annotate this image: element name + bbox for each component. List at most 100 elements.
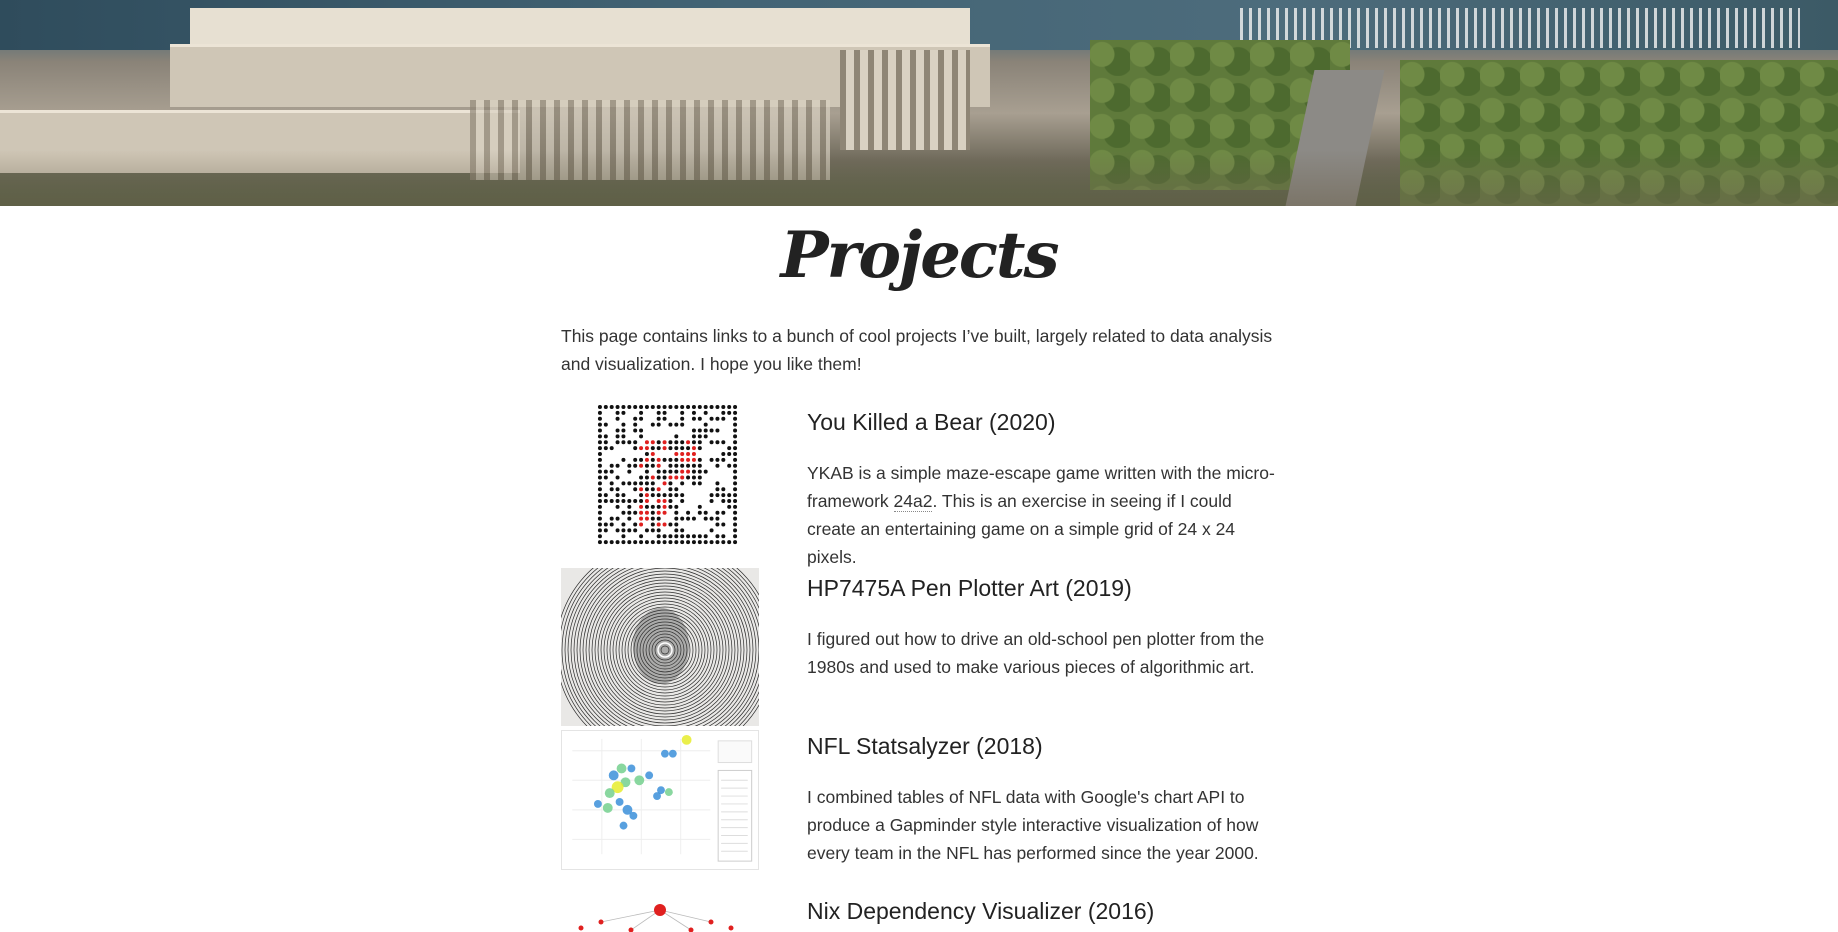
maze-dot — [715, 428, 720, 433]
maze-dot — [656, 522, 661, 527]
maze-dot — [633, 404, 638, 409]
maze-dot — [639, 475, 644, 480]
maze-dot — [715, 487, 720, 492]
maze-dot — [633, 510, 638, 515]
project-title-plotter[interactable]: HP7475A Pen Plotter Art (2019) — [807, 575, 1132, 602]
maze-dot — [727, 446, 732, 451]
maze-dot — [603, 540, 608, 545]
maze-dot — [721, 487, 726, 492]
maze-dot — [603, 522, 608, 527]
maze-dot — [668, 463, 673, 468]
maze-dot — [644, 493, 649, 498]
maze-dot — [633, 428, 638, 433]
maze-dot — [615, 434, 620, 439]
maze-dot — [656, 504, 661, 509]
maze-dot — [644, 540, 649, 545]
bubble-chart-thumbnail[interactable] — [561, 730, 759, 870]
maze-dot — [721, 510, 726, 515]
project-title-ykab[interactable]: You Killed a Bear (2020) — [807, 409, 1056, 436]
maze-dot — [674, 463, 679, 468]
maze-dot — [656, 516, 661, 521]
maze-dot — [656, 498, 661, 503]
maze-dot — [715, 440, 720, 445]
maze-dot — [609, 463, 614, 468]
maze-dot — [668, 487, 673, 492]
maze-dot — [650, 451, 655, 456]
maze-dot — [662, 498, 667, 503]
maze-dot — [709, 404, 714, 409]
maze-dot — [597, 522, 602, 527]
maze-dot — [691, 446, 696, 451]
maze-dot — [597, 463, 602, 468]
maze-dot — [650, 404, 655, 409]
maze-dot — [644, 487, 649, 492]
maze-dot — [644, 481, 649, 486]
link-24a2[interactable]: 24a2 — [893, 491, 933, 512]
pen-plotter-portrait-thumbnail[interactable] — [561, 568, 759, 726]
maze-dot — [621, 457, 626, 462]
hero-banner-image — [0, 0, 1838, 206]
maze-dot — [650, 481, 655, 486]
maze-dot — [615, 487, 620, 492]
maze-dot — [597, 481, 602, 486]
maze-dot — [674, 434, 679, 439]
hero-roof — [190, 8, 970, 46]
maze-dot — [597, 469, 602, 474]
maze-dot — [703, 540, 708, 545]
maze-dot — [597, 528, 602, 533]
maze-dot — [668, 422, 673, 427]
maze-dot — [650, 522, 655, 527]
maze-dot — [709, 440, 714, 445]
maze-dot — [709, 498, 714, 503]
maze-dot — [668, 493, 673, 498]
maze-grid-thumbnail[interactable] — [597, 404, 738, 545]
maze-dot — [668, 540, 673, 545]
maze-dot — [633, 463, 638, 468]
maze-dot — [691, 457, 696, 462]
maze-dot — [715, 481, 720, 486]
maze-dot — [650, 463, 655, 468]
maze-dot — [639, 410, 644, 415]
maze-dot — [697, 534, 702, 539]
maze-dot — [697, 475, 702, 480]
maze-dot — [627, 463, 632, 468]
bubble-mark — [645, 771, 654, 780]
maze-dot — [668, 522, 673, 527]
maze-dot — [668, 457, 673, 462]
maze-dot — [597, 451, 602, 456]
maze-dot — [709, 516, 714, 521]
project-title-nfl[interactable]: NFL Statsalyzer (2018) — [807, 733, 1043, 760]
bubble-mark — [634, 775, 645, 786]
maze-dot — [656, 540, 661, 545]
maze-dot — [686, 463, 691, 468]
maze-dot — [639, 481, 644, 486]
maze-dot — [733, 404, 738, 409]
maze-dot — [697, 404, 702, 409]
maze-dot — [668, 404, 673, 409]
maze-dot — [662, 475, 667, 480]
maze-dot — [680, 493, 685, 498]
maze-dot — [727, 493, 732, 498]
maze-dot — [691, 469, 696, 474]
maze-dot — [668, 504, 673, 509]
maze-dot — [627, 504, 632, 509]
maze-dot — [639, 493, 644, 498]
maze-dot — [627, 528, 632, 533]
maze-dot — [697, 457, 702, 462]
maze-dot — [715, 404, 720, 409]
maze-dot — [650, 504, 655, 509]
maze-dot — [733, 416, 738, 421]
maze-dot — [615, 516, 620, 521]
dependency-graph-thumbnail[interactable] — [561, 900, 759, 932]
maze-dot — [627, 481, 632, 486]
project-title-nix[interactable]: Nix Dependency Visualizer (2016) — [807, 898, 1154, 925]
maze-dot — [609, 522, 614, 527]
maze-dot — [662, 534, 667, 539]
maze-dot — [691, 481, 696, 486]
maze-dot — [733, 522, 738, 527]
maze-dot — [639, 434, 644, 439]
maze-dot — [691, 451, 696, 456]
maze-dot — [644, 504, 649, 509]
maze-dot — [621, 528, 626, 533]
maze-dot — [644, 446, 649, 451]
